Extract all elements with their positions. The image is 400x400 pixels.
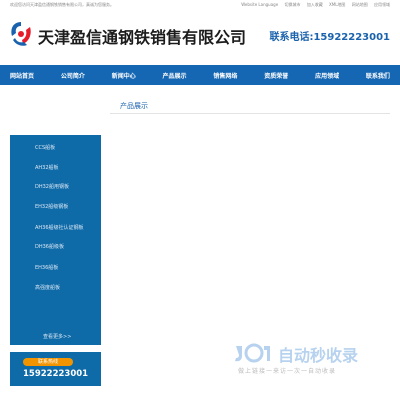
page-title: 产品展示 (120, 102, 148, 110)
contact-label-badge: 联系热线 (23, 358, 73, 366)
sidebar-item-eh36[interactable]: EH36船板 (35, 264, 58, 271)
nav-item-news[interactable]: 新闻中心 (112, 71, 136, 80)
welcome-text: 欢迎您访问天津盈信通钢铁销售有限公司，真诚为您服务。 (10, 2, 114, 7)
sidebar-header (10, 96, 101, 136)
nav-item-applications[interactable]: 应用领域 (315, 71, 339, 80)
top-link-favorite[interactable]: 加入收藏 (307, 2, 323, 7)
top-link-xml-map[interactable]: XML地图 (329, 2, 345, 7)
product-sidebar: CCS船板 AH32船板 DH32船用钢板 EH32船级钢板 AH36船级社认证… (10, 135, 101, 345)
watermark-text: 自动秒收录 (278, 346, 359, 365)
sidebar-item-ccs[interactable]: CCS船板 (35, 144, 55, 151)
sidebar-item-high-strength[interactable]: 高强度船板 (35, 284, 60, 291)
contact-phone: 15922223001 (23, 369, 89, 379)
contact-box: 联系热线 15922223001 (10, 352, 101, 386)
top-link-sitemap[interactable]: 网站地图 (352, 2, 368, 7)
sidebar-item-ah32[interactable]: AH32船板 (35, 164, 59, 171)
top-links: Website Language 切换城市 加入收藏 XML地图 网站地图 应用… (236, 2, 390, 8)
sidebar-item-dh32[interactable]: DH32船用钢板 (35, 183, 69, 190)
main-nav: 网站首页 公司简介 新闻中心 产品展示 销售网络 资质荣誉 应用领域 联系我们 (0, 65, 400, 85)
company-logo-icon[interactable] (8, 19, 34, 49)
nav-item-home[interactable]: 网站首页 (10, 71, 34, 80)
sidebar-item-eh32[interactable]: EH32船级钢板 (35, 203, 68, 210)
nav-item-contact[interactable]: 联系我们 (366, 71, 390, 80)
top-link-language[interactable]: Website Language (241, 2, 278, 7)
view-more-link[interactable]: 查看更多>> (43, 333, 71, 340)
nav-item-sales-network[interactable]: 销售网络 (213, 71, 237, 80)
site-header: 天津盈信通钢铁销售有限公司 联系电话:15922223001 (0, 14, 400, 58)
sidebar-item-ah36[interactable]: AH36船级社认证钢板 (35, 224, 84, 231)
main-content-header: 产品展示 (110, 98, 390, 114)
nav-item-honors[interactable]: 资质荣誉 (264, 71, 288, 80)
top-link-city[interactable]: 切换城市 (284, 2, 300, 7)
company-name: 天津盈信通钢铁销售有限公司 (38, 28, 247, 47)
hotline-text: 联系电话:15922223001 (269, 32, 390, 43)
top-link-application[interactable]: 应用领域 (374, 2, 390, 7)
sidebar-item-dh36[interactable]: DH36船级板 (35, 243, 64, 250)
nav-item-products[interactable]: 产品展示 (163, 71, 187, 80)
topbar: 欢迎您访问天津盈信通钢铁销售有限公司，真诚为您服务。 Website Langu… (0, 0, 400, 10)
watermark: 自动秒收录 做上链接一来访一次一自动收录 (232, 340, 392, 380)
nav-item-about[interactable]: 公司简介 (61, 71, 85, 80)
watermark-subtext: 做上链接一来访一次一自动收录 (238, 368, 337, 375)
watermark-logo-icon (235, 343, 270, 363)
